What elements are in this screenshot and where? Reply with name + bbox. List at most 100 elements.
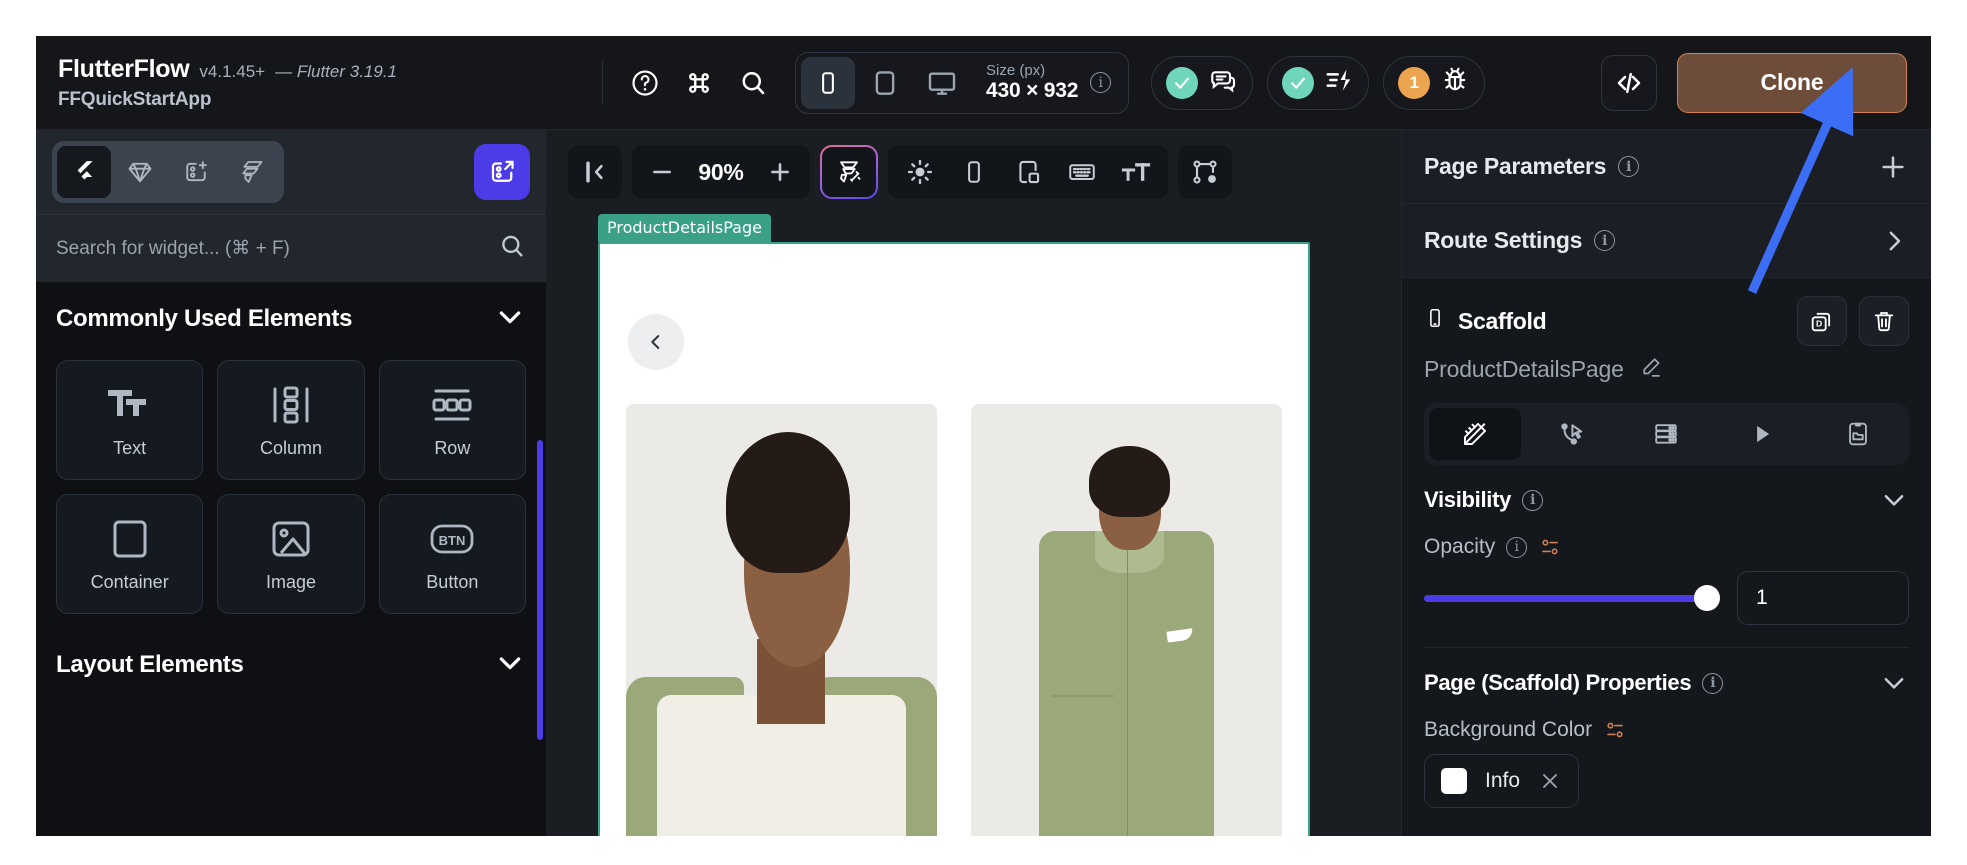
issues-pill[interactable]: 1	[1383, 55, 1486, 110]
device-frame[interactable]	[598, 242, 1310, 836]
tab-flutter-widgets[interactable]	[57, 146, 111, 198]
info-icon[interactable]: i	[1522, 489, 1544, 511]
section-commonly-used-elements[interactable]: Commonly Used Elements	[36, 282, 546, 356]
color-swatch[interactable]	[1441, 768, 1467, 794]
chevron-down-icon[interactable]	[494, 647, 526, 684]
scaffold-type-label: Scaffold	[1458, 307, 1547, 334]
back-button[interactable]	[628, 314, 684, 370]
canvas-toolbar: 90%	[546, 130, 1401, 214]
size-display[interactable]: Size (px) 430 × 932 i	[972, 57, 1123, 109]
widget-card-container[interactable]: Container	[56, 494, 204, 614]
slider-knob[interactable]	[1694, 585, 1720, 611]
tab-templates[interactable]	[225, 146, 279, 198]
widget-search-row[interactable]	[36, 214, 546, 282]
widget-card-image[interactable]: Image	[217, 494, 365, 614]
view-code-button[interactable]	[1601, 54, 1657, 111]
add-page-parameter-button[interactable]	[1877, 151, 1909, 183]
widget-label: Text	[113, 438, 147, 458]
zoom-out-button[interactable]	[644, 152, 680, 192]
close-icon[interactable]	[1538, 769, 1562, 793]
route-settings-label: Route Settings	[1424, 227, 1583, 253]
chevron-down-icon[interactable]	[1879, 668, 1909, 698]
page-properties-header[interactable]: Page (Scaffold) Properties i	[1424, 648, 1909, 718]
search-icon[interactable]	[498, 232, 526, 265]
help-button[interactable]	[621, 59, 669, 107]
device-size-selector: Size (px) 430 × 932 i	[795, 51, 1130, 114]
tab-actions[interactable]	[1525, 408, 1617, 460]
widget-card-text[interactable]: Text	[56, 360, 204, 480]
opacity-slider[interactable]	[1424, 583, 1720, 613]
device-phone-button[interactable]	[801, 56, 855, 109]
device-desktop-button[interactable]	[915, 57, 969, 109]
route-settings-row[interactable]: Route Settings i	[1402, 204, 1931, 278]
issues-count-badge: 1	[1398, 66, 1431, 99]
expand-panel-button[interactable]	[474, 144, 530, 200]
section-title: Layout Elements	[56, 651, 244, 678]
product-image-row	[626, 404, 1282, 836]
page-parameters-row[interactable]: Page Parameters i	[1402, 130, 1931, 204]
tab-storage[interactable]	[1812, 408, 1904, 460]
page-name-badge[interactable]: ProductDetailsPage	[598, 214, 771, 242]
text-icon	[106, 381, 154, 429]
canvas-area[interactable]: ProductDetailsPage	[546, 214, 1401, 836]
image-icon	[269, 515, 313, 563]
set-from-variable-icon[interactable]	[1603, 718, 1627, 742]
background-color-chip[interactable]: Info	[1424, 754, 1580, 808]
set-from-variable-icon[interactable]	[1538, 535, 1562, 559]
info-icon[interactable]: i	[1618, 156, 1640, 177]
left-panel-tabs	[52, 141, 284, 203]
info-icon[interactable]: i	[1594, 230, 1616, 251]
pencil-icon[interactable]	[1638, 354, 1664, 385]
search-input[interactable]	[56, 237, 488, 260]
comments-pill[interactable]	[1151, 55, 1254, 110]
tab-animations[interactable]	[1716, 408, 1808, 460]
chevron-right-icon[interactable]	[1879, 226, 1909, 256]
column-icon	[269, 381, 313, 429]
widget-tree-settings-button[interactable]	[1178, 145, 1232, 199]
actions-pill[interactable]	[1267, 55, 1370, 110]
tab-components[interactable]	[113, 146, 167, 198]
opacity-value-field[interactable]: 1	[1737, 571, 1909, 625]
theme-mode-button[interactable]	[894, 148, 946, 196]
brand-block: FlutterFlow v4.1.45+ — Flutter 3.19.1 FF…	[36, 55, 596, 111]
tab-properties[interactable]	[1429, 408, 1521, 460]
widget-card-row[interactable]: Row	[378, 360, 526, 480]
top-bar: FlutterFlow v4.1.45+ — Flutter 3.19.1 FF…	[36, 36, 1931, 129]
left-panel-scrollbar[interactable]	[537, 440, 543, 740]
delete-button[interactable]	[1859, 296, 1909, 346]
tab-backend-query[interactable]	[1621, 408, 1713, 460]
split-layout-button[interactable]	[1002, 148, 1054, 196]
keyboard-button[interactable]	[1056, 148, 1108, 196]
widget-card-column[interactable]: Column	[217, 360, 365, 480]
chevron-down-icon[interactable]	[494, 301, 526, 338]
visibility-title: Visibility	[1424, 487, 1512, 512]
flutter-version: — Flutter 3.19.1	[275, 61, 397, 81]
clone-button[interactable]: Clone	[1677, 52, 1907, 113]
collapse-left-panel-button[interactable]	[568, 145, 622, 199]
phone-icon	[1424, 306, 1446, 336]
product-image-1[interactable]	[626, 404, 937, 836]
info-icon[interactable]: i	[1506, 536, 1528, 558]
visibility-header[interactable]: Visibility i	[1424, 465, 1909, 535]
size-info-icon[interactable]: i	[1090, 72, 1112, 93]
tab-add-widget[interactable]	[169, 146, 223, 198]
search-button[interactable]	[729, 59, 777, 107]
button-icon: BTN	[428, 515, 476, 563]
section-layout-elements[interactable]: Layout Elements	[36, 628, 546, 702]
top-utility-icons	[621, 59, 777, 107]
ai-magic-button[interactable]	[820, 145, 878, 199]
device-tablet-button[interactable]	[858, 57, 912, 109]
left-panel: Commonly Used Elements Text	[36, 129, 546, 836]
duplicate-button[interactable]: D	[1797, 296, 1847, 346]
route-settings-title: Route Settings i	[1424, 227, 1616, 254]
right-panel: Page Parameters i Route Settings i Scaff…	[1401, 129, 1931, 836]
keyboard-shortcuts-button[interactable]	[675, 59, 723, 107]
chevron-down-icon[interactable]	[1879, 485, 1909, 515]
zoom-in-button[interactable]	[762, 152, 798, 192]
info-icon[interactable]: i	[1702, 672, 1724, 694]
text-scale-button[interactable]	[1110, 148, 1162, 196]
widget-card-button[interactable]: BTN Button	[378, 494, 526, 614]
bug-icon	[1440, 65, 1470, 100]
product-image-2[interactable]	[971, 404, 1282, 836]
device-preview-button[interactable]	[948, 148, 1000, 196]
